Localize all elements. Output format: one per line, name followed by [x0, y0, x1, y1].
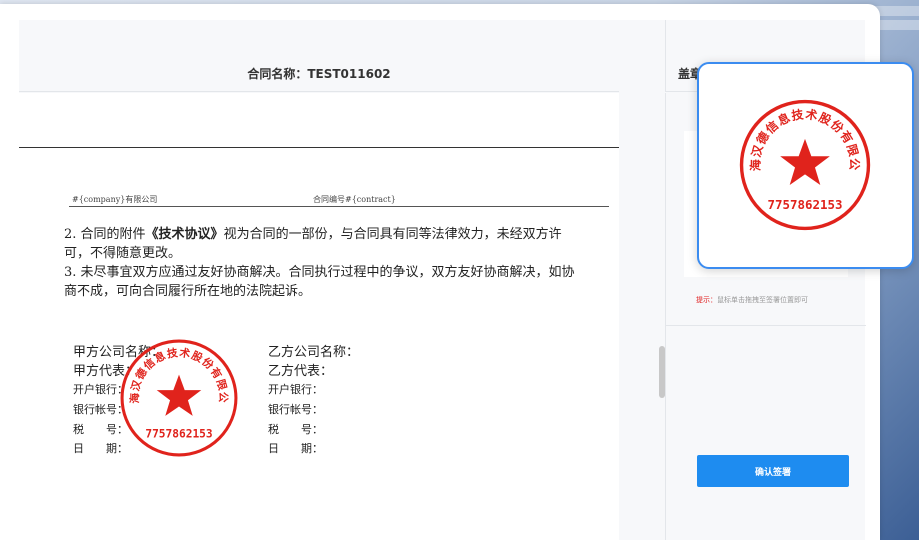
side-divider [666, 325, 866, 326]
party-b-bank: 开户银行： [268, 383, 323, 396]
preview-seal-star-icon [780, 138, 830, 185]
company-placeholder: #{company}有限公司 [72, 195, 158, 204]
drag-hint: 提示：鼠标单击拖拽至签署位置即可 [696, 295, 808, 305]
contract-title-value: TEST011602 [307, 67, 391, 81]
party-b-company-name: 乙方公司名称： [268, 345, 360, 360]
party-b-representative: 乙方代表： [268, 364, 334, 379]
contract-title: 合同名称：TEST011602 [19, 65, 619, 82]
clause-3: 3. 未尽事宜双方应通过友好协商解决。合同执行过程中的争议，双方友好协商解决，如… [64, 265, 575, 299]
hint-label: 提示： [696, 296, 717, 304]
placed-company-seal[interactable]: 上海汉德信息技术股份有限公司 7757862153 [118, 337, 240, 459]
clause-2: 2. 合同的附件《技术协议》视为合同的一部份，与合同具有同等法律效力，未经双方许… [64, 225, 584, 263]
draggable-seal-card[interactable]: 上海汉德信息技术股份有限公司 7757862153 [697, 62, 914, 269]
clause-2-attachment: 《技术协议》 [145, 227, 224, 242]
document-header: 合同名称：TEST011602 [19, 20, 619, 92]
preview-seal-code: 7757862153 [768, 197, 843, 212]
seal-star-icon [156, 374, 202, 416]
contract-title-label: 合同名称： [247, 67, 308, 81]
hint-text: 鼠标单击拖拽至签署位置即可 [717, 296, 808, 304]
seal-preview[interactable]: 上海汉德信息技术股份有限公司 7757862153 [737, 97, 873, 233]
meta-underline [69, 206, 609, 207]
clause-2-prefix: 2. 合同的附件 [64, 227, 146, 242]
page-top-rule [19, 147, 619, 148]
party-b-account: 银行帐号： [268, 403, 323, 416]
contract-page[interactable]: #{company}有限公司 合同编号#{contract} 2. 合同的附件《… [19, 93, 619, 540]
party-b-date: 日 期： [268, 442, 323, 455]
party-b-tax-number: 税 号： [268, 423, 323, 436]
confirm-sign-button[interactable]: 确认签署 [697, 455, 849, 487]
seal-code: 7757862153 [145, 428, 212, 441]
contract-number-placeholder: 合同编号#{contract} [313, 195, 396, 204]
